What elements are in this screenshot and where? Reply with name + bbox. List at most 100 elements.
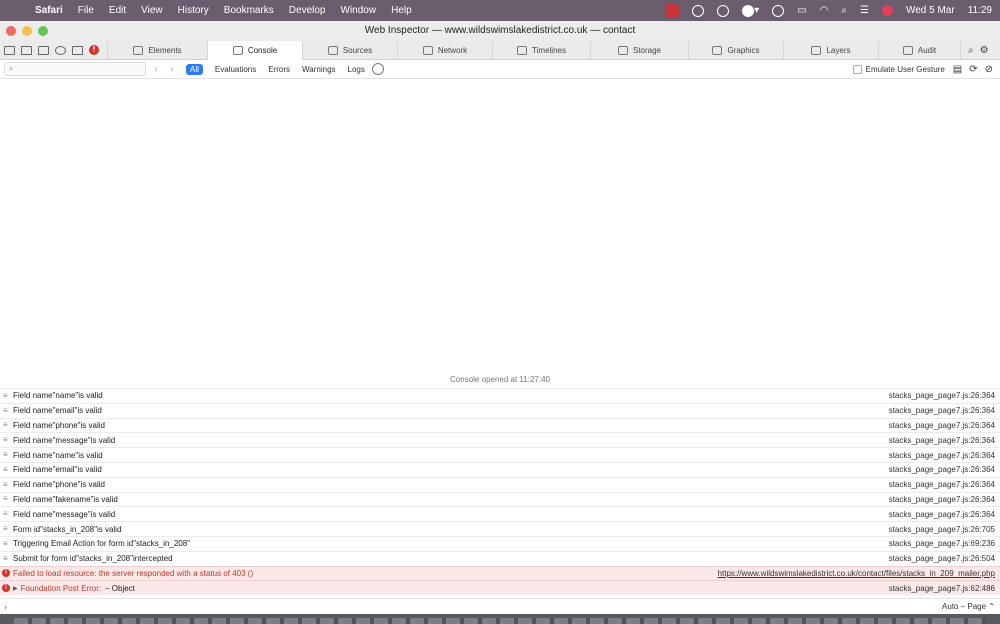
menu-help[interactable]: Help <box>391 5 412 16</box>
previous-result-icon[interactable]: ‹ <box>150 64 162 75</box>
tab-graphics[interactable]: Graphics <box>688 40 783 60</box>
error-count-icon[interactable]: ! <box>89 45 99 55</box>
log-icon: ≡ <box>3 538 8 548</box>
scope-errors[interactable]: Errors <box>268 65 290 74</box>
tab-layers[interactable]: Layers <box>783 40 878 60</box>
menubar-date[interactable]: Wed 5 Mar <box>906 5 955 16</box>
console-row[interactable]: ≡ Field name"message"is valid stacks_page_… <box>0 506 1000 521</box>
console-row[interactable]: ≡ Field name"name"is valid stacks_page_pag… <box>0 447 1000 462</box>
console-row[interactable]: ≡ Field name"phone"is valid stacks_page_pa… <box>0 476 1000 492</box>
dock-icons[interactable] <box>14 618 986 624</box>
emulate-gesture-label: Emulate User Gesture <box>865 65 945 74</box>
tab-bar-actions: ⌕ ⚙ <box>960 40 996 60</box>
app-badge-icon[interactable] <box>665 3 680 18</box>
expand-triangle-icon[interactable]: ▶ <box>13 585 18 592</box>
console-drawer-icon[interactable]: ▤ <box>953 64 962 75</box>
tab-label: Console <box>247 45 278 55</box>
tab-label: Network <box>437 45 468 55</box>
dock-left-icon[interactable] <box>4 45 15 55</box>
source-location[interactable]: stacks_page_page7.js:26:364 <box>889 421 995 430</box>
menu-bookmarks[interactable]: Bookmarks <box>224 5 274 16</box>
menu-window[interactable]: Window <box>341 5 377 16</box>
scope-evaluations[interactable]: Evaluations <box>215 65 256 74</box>
menu-develop[interactable]: Develop <box>289 5 326 16</box>
console-row[interactable]: ≡ Field name"phone"is valid stacks_page_pa… <box>0 417 1000 433</box>
history-icon[interactable] <box>772 4 785 17</box>
control-center-icon[interactable]: ☰ <box>860 5 869 16</box>
console-row[interactable]: ≡ Field name"email"is valid stacks_page_pa… <box>0 402 1000 418</box>
scope-all[interactable]: All <box>186 63 203 75</box>
next-result-icon[interactable]: › <box>166 64 178 75</box>
source-location[interactable]: stacks_page_page7.js:26:364 <box>889 406 995 415</box>
console-row[interactable]: ≡ Form id"stacks_in_208"is valid stacks_pa… <box>0 521 1000 536</box>
console-row[interactable]: ≡ Submit for form id"stacks_in_208"interc… <box>0 550 1000 566</box>
console-error-row[interactable]: ! ▶ Foundation Post Error: – Object stacks_p… <box>0 580 1000 596</box>
source-location[interactable]: stacks_page_page7.js:26:364 <box>889 510 995 519</box>
tab-sources[interactable]: Sources <box>302 40 397 60</box>
log-icon: ≡ <box>3 450 8 460</box>
console-input[interactable] <box>13 602 913 611</box>
user-status-icon[interactable]: ▾ <box>742 4 759 17</box>
source-location[interactable]: stacks_page_page7.js:69:236 <box>889 539 995 548</box>
source-location[interactable]: stacks_page_page7.js:62:486 <box>889 584 995 593</box>
element-picker-icon[interactable] <box>55 45 66 55</box>
source-location[interactable]: stacks_page_page7.js:26:364 <box>889 480 995 489</box>
window-controls <box>6 26 54 36</box>
menu-edit[interactable]: Edit <box>109 5 126 16</box>
source-location[interactable]: stacks_page_page7.js:26:364 <box>889 436 995 445</box>
menubar-time[interactable]: 11:29 <box>968 5 992 16</box>
spotlight-icon[interactable]: ⌕ <box>841 5 847 16</box>
zoom-window-button[interactable] <box>38 26 48 36</box>
log-icon: ≡ <box>3 390 8 400</box>
console-row[interactable]: ≡ Field name"fakename"is valid stacks_page… <box>0 491 1000 507</box>
screen-mirror-icon[interactable]: ▭ <box>797 5 806 16</box>
menu-file[interactable]: File <box>78 5 94 16</box>
source-location[interactable]: stacks_page_page7.js:26:364 <box>889 495 995 504</box>
source-location-link[interactable]: https://www.wildswimslakedistrict.co.uk/… <box>718 569 995 578</box>
execution-context-select[interactable]: Auto – Page ⌃ <box>942 602 995 611</box>
console-row[interactable]: ≡ Triggering Email Action for form id"sta… <box>0 535 1000 551</box>
message-text: Field name"email"is valid <box>13 465 102 475</box>
dock-bottom-icon[interactable] <box>21 45 32 55</box>
console-filter[interactable]: ⌕ <box>4 62 146 76</box>
filter-options-icon[interactable] <box>371 63 384 75</box>
time-machine-icon[interactable] <box>717 4 730 17</box>
object-preview[interactable]: – Object <box>105 584 135 593</box>
minimize-window-button[interactable] <box>22 26 32 36</box>
creative-cloud-icon[interactable] <box>692 4 705 17</box>
console-row[interactable]: ≡ Field name"message"is valid stacks_page_… <box>0 432 1000 447</box>
gear-icon[interactable]: ⚙ <box>980 45 989 56</box>
menu-app-safari[interactable]: Safari <box>35 5 63 16</box>
scope-logs[interactable]: Logs <box>348 65 365 74</box>
source-location[interactable]: stacks_page_page7.js:26:705 <box>889 525 995 534</box>
clear-console-icon[interactable]: ⊘ <box>985 64 993 75</box>
source-location[interactable]: stacks_page_page7.js:26:504 <box>889 554 995 563</box>
search-icon[interactable]: ⌕ <box>968 45 974 56</box>
source-location[interactable]: stacks_page_page7.js:26:364 <box>889 465 995 474</box>
filter-input[interactable] <box>23 63 143 75</box>
console-error-row[interactable]: ! Failed to load resource: the server res… <box>0 565 1000 581</box>
emulate-gesture-checkbox[interactable] <box>852 65 862 74</box>
siri-icon[interactable] <box>881 5 893 16</box>
device-settings-icon[interactable] <box>72 45 83 55</box>
window-title: Web Inspector — www.wildswimslakedistric… <box>364 25 636 36</box>
menu-view[interactable]: View <box>141 5 163 16</box>
menu-history[interactable]: History <box>178 5 209 16</box>
reload-icon[interactable]: ⟳ <box>969 64 977 75</box>
wifi-icon[interactable]: ◠ <box>820 5 829 16</box>
close-window-button[interactable] <box>6 26 16 36</box>
dock-right-icon[interactable] <box>38 45 49 55</box>
console-row[interactable]: ≡ Field name"name"is valid stacks_page_pag… <box>0 388 1000 403</box>
tab-console[interactable]: Console <box>207 40 302 60</box>
tab-elements[interactable]: Elements <box>107 40 207 60</box>
scope-warnings[interactable]: Warnings <box>302 65 336 74</box>
console-row[interactable]: ≡ Field name"email"is valid stacks_page_pa… <box>0 461 1000 477</box>
tab-storage[interactable]: Storage <box>590 40 688 60</box>
log-icon: ≡ <box>3 479 8 489</box>
source-location[interactable]: stacks_page_page7.js:26:364 <box>889 451 995 460</box>
tab-network[interactable]: Network <box>397 40 492 60</box>
tab-audit[interactable]: Audit <box>878 40 960 60</box>
tab-timelines[interactable]: Timelines <box>492 40 590 60</box>
source-location[interactable]: stacks_page_page7.js:26:364 <box>889 391 995 400</box>
graphics-icon <box>712 45 723 55</box>
